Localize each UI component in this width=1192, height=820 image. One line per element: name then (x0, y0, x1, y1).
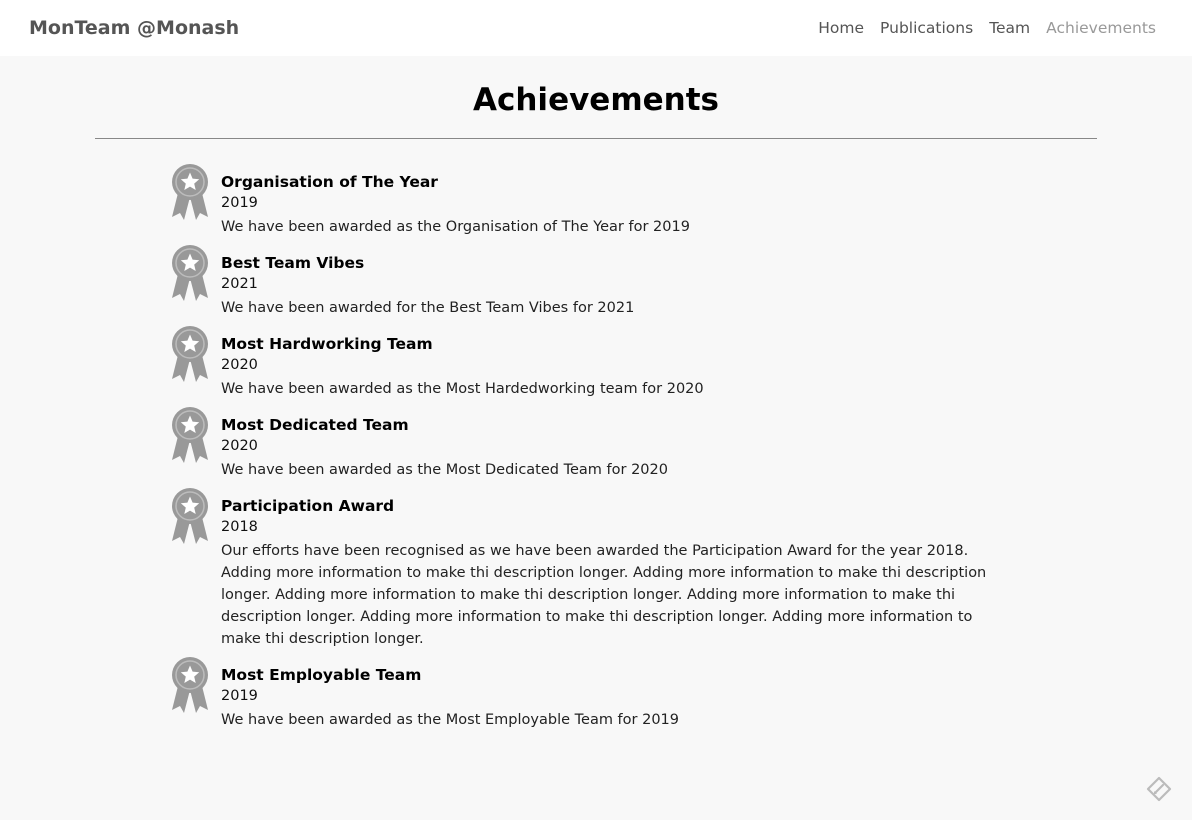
navbar: MonTeam @Monash Home Publications Team A… (0, 0, 1192, 56)
achievement-year: 2019 (221, 195, 258, 211)
achievement-description: We have been awarded as the Most Employa… (221, 712, 680, 728)
achievement-description: We have been awarded as the Organisation… (221, 219, 690, 235)
achievement-item: Most Hardworking Team 2020 We have been … (170, 326, 1000, 400)
achievement-body: Participation Award 2018 Our efforts hav… (221, 495, 1000, 650)
medal-icon (172, 326, 208, 382)
achievement-year: 2020 (221, 438, 258, 454)
medal-icon (172, 407, 208, 463)
page-title: Achievements (473, 82, 719, 118)
achievement-year: 2018 (221, 519, 258, 535)
achievement-year: 2021 (221, 276, 258, 292)
achievements-list: Organisation of The Year 2019 We have be… (170, 164, 1000, 731)
nav-links: Home Publications Team Achievements (818, 19, 1156, 37)
achievement-description: We have been awarded as the Most Hardedw… (221, 381, 704, 397)
achievement-body: Organisation of The Year 2019 We have be… (221, 171, 1000, 238)
achievement-title: Best Team Vibes (221, 254, 365, 272)
achievement-title: Most Employable Team (221, 666, 422, 684)
nav-link-home[interactable]: Home (818, 19, 864, 37)
medal-icon (172, 164, 208, 220)
medal-icon (172, 657, 208, 713)
achievement-body: Most Hardworking Team 2020 We have been … (221, 333, 1000, 400)
achievement-body: Most Dedicated Team 2020 We have been aw… (221, 414, 1000, 481)
medal-icon (172, 488, 208, 544)
title-divider (95, 138, 1097, 139)
achievement-title: Organisation of The Year (221, 173, 438, 191)
achievement-title: Most Hardworking Team (221, 335, 433, 353)
achievement-item: Participation Award 2018 Our efforts hav… (170, 488, 1000, 650)
achievement-year: 2019 (221, 688, 258, 704)
nav-link-team[interactable]: Team (989, 19, 1030, 37)
achievement-item: Most Employable Team 2019 We have been a… (170, 657, 1000, 731)
edit-icon[interactable] (1146, 776, 1172, 802)
achievement-title: Participation Award (221, 497, 395, 515)
achievement-title: Most Dedicated Team (221, 416, 409, 434)
brand-link[interactable]: MonTeam @Monash (29, 17, 239, 39)
nav-link-achievements[interactable]: Achievements (1046, 19, 1156, 37)
achievement-year: 2020 (221, 357, 258, 373)
achievement-body: Best Team Vibes 2021 We have been awarde… (221, 252, 1000, 319)
achievement-item: Most Dedicated Team 2020 We have been aw… (170, 407, 1000, 481)
achievement-item: Organisation of The Year 2019 We have be… (170, 164, 1000, 238)
achievement-body: Most Employable Team 2019 We have been a… (221, 664, 1000, 731)
achievement-description: Our efforts have been recognised as we h… (221, 543, 987, 647)
achievement-item: Best Team Vibes 2021 We have been awarde… (170, 245, 1000, 319)
medal-icon (172, 245, 208, 301)
achievement-description: We have been awarded as the Most Dedicat… (221, 462, 668, 478)
achievement-description: We have been awarded for the Best Team V… (221, 300, 635, 316)
nav-link-publications[interactable]: Publications (880, 19, 973, 37)
